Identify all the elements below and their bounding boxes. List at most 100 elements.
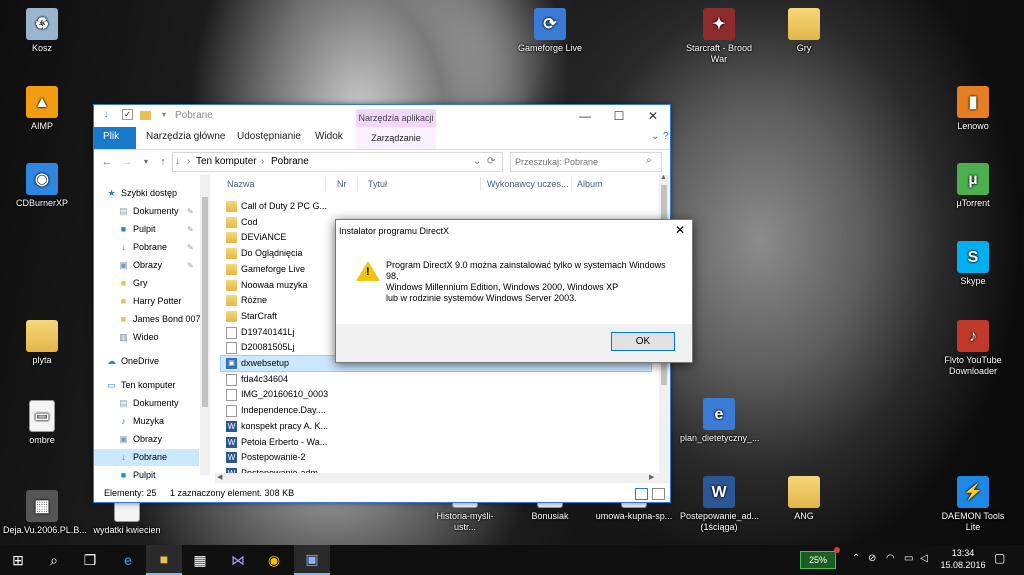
pin-icon[interactable]: ✎ [187,203,194,220]
column-separator[interactable] [357,177,358,191]
scroll-right-icon[interactable]: ▶ [649,473,654,481]
desktop-icon-skype[interactable]: S Skype [934,241,1012,287]
breadcrumb-current[interactable]: Pobrane [271,156,309,167]
notifications-icon[interactable]: ▢ [994,551,1005,565]
desktop-icon-flvto[interactable]: ♪ Flvto YouTube Downloader [934,320,1012,377]
desktop-icon-starcraft[interactable]: ✦ Starcraft - Brood War [680,8,758,65]
tab-share[interactable]: Udostępnianie [228,127,310,149]
close-button[interactable]: ✕ [636,105,670,127]
nav-item-dokumenty[interactable]: ▤ Dokumenty ✎ [94,203,199,220]
visual-studio-icon[interactable]: ⋈ [220,545,256,575]
nav-scrollbar-thumb[interactable] [202,197,208,407]
checkmark-icon[interactable]: ✓ [122,109,133,120]
up-arrow-icon[interactable]: ↑ [156,155,170,169]
desktop-icon-folder[interactable]: Gry [765,8,843,54]
tab-manage[interactable]: Zarządzanie [356,127,436,149]
desktop-icon-recycle-bin[interactable]: ♻ Kosz [3,8,81,54]
column-header-title[interactable]: Tytuł [368,179,387,189]
search-icon[interactable]: ⌕ [646,155,652,166]
nav-item-onedrive[interactable]: ☁ OneDrive [94,353,199,370]
desktop-icon-cdburner[interactable]: ◉ CDBurnerXP [3,163,81,209]
directx-error-dialog[interactable]: Instalator programu DirectX ✕ ! Program … [335,219,693,363]
column-separator[interactable] [325,177,326,191]
start-windows-icon[interactable]: ⊞ [0,545,36,575]
tab-view[interactable]: Widok [306,127,352,149]
column-separator[interactable] [571,177,572,191]
search-box[interactable]: ⌕ [510,152,662,172]
nav-item-muzyka[interactable]: ♪ Muzyka [94,413,199,430]
address-field[interactable]: ↓ › Ten komputer › Pobrane ⌄ ⟳ [172,152,503,172]
minimize-button[interactable]: — [568,105,602,127]
file-row[interactable]: W Petoia Erberto - Wa... [221,435,651,450]
pin-icon[interactable]: ✎ [187,257,194,274]
ok-button[interactable]: OK [611,332,675,351]
battery-indicator[interactable]: 25% [800,551,836,569]
network-monitor-icon[interactable]: ⊘ [868,553,876,564]
help-icon[interactable]: ? [654,127,678,149]
store-icon[interactable]: ▦ [182,545,218,575]
desktop-icon-utorrent[interactable]: µ µTorrent [934,163,1012,209]
maximize-button[interactable]: ☐ [602,105,636,127]
file-row[interactable]: W Postepowanie-2 [221,450,651,465]
nav-item-dokumenty[interactable]: ▤ Dokumenty [94,395,199,412]
installer-taskbar-icon[interactable]: ▣ [294,545,330,575]
chrome-icon[interactable]: ◉ [256,545,292,575]
chevron-down-icon[interactable]: ⌄ [473,156,481,167]
column-separator[interactable] [480,177,481,191]
file-explorer-taskbar-icon[interactable]: ■ [146,545,182,575]
refresh-icon[interactable]: ⟳ [487,156,495,167]
file-row[interactable]: IMG_20160610_0003 [221,387,651,402]
desktop-icon-pdf[interactable]: e plan_dietetyczny_... [680,398,760,444]
column-header-artists[interactable]: Wykonawcy uczes... [487,179,568,189]
nav-item-pulpit[interactable]: ■ Pulpit ✎ [94,221,199,238]
pin-icon[interactable]: ✎ [187,239,194,256]
dialog-close-button[interactable]: ✕ [670,221,690,239]
file-row[interactable]: Independence.Day.... [221,403,651,418]
nav-item-harry-potter[interactable]: ■ Harry Potter [94,293,199,310]
scroll-up-icon[interactable]: ▲ [660,174,667,181]
forward-arrow-icon[interactable]: → [120,155,134,169]
desktop-icon-file[interactable]: ▭ ombre [3,400,81,446]
search-input[interactable] [515,155,639,168]
chevron-down-icon[interactable]: ▾ [158,109,170,121]
search-icon[interactable]: ⌕ [36,545,72,575]
file-row[interactable]: Wkonspekt pracy A. K... [221,419,651,434]
nav-item-wideo[interactable]: ▥ Wideo [94,329,199,346]
nav-item-szybki-dostęp[interactable]: ★ Szybki dostęp [94,185,199,202]
nav-item-pobrane[interactable]: ↓ Pobrane ✎ [94,239,199,256]
file-row[interactable]: fda4c34604 [221,372,651,387]
edge-browser-icon[interactable]: e [110,545,146,575]
desktop-icon-daemon[interactable]: ⚡ DAEMON Tools Lite [934,476,1012,533]
breadcrumb-root[interactable]: Ten komputer [196,156,257,167]
desktop-icon-word[interactable]: W Postepowanie_ad... (1ściąga) [680,476,759,533]
nav-item-pulpit[interactable]: ■ Pulpit [94,467,199,483]
nav-item-obrazy[interactable]: ▣ Obrazy ✎ [94,257,199,274]
file-row[interactable]: Call of Duty 2 PC G... [221,199,651,214]
horizontal-scrollbar[interactable]: ◀ ▶ [215,473,659,483]
column-header-name[interactable]: Nazwa [227,179,255,189]
column-header-number[interactable]: Nr [337,179,347,189]
tray-up-arrow-icon[interactable]: ⌃ [852,553,860,564]
tab-file[interactable]: Plik [94,127,136,149]
wifi-icon[interactable]: ◠ [886,553,895,564]
details-view-icon[interactable] [635,488,648,500]
task-view-icon[interactable]: ❐ [72,545,108,575]
pin-icon[interactable]: ✎ [187,221,194,238]
desktop-icon-gameforge[interactable]: ⟳ Gameforge Live [511,8,589,54]
desktop-icon-video[interactable]: ▦ Deja.Vu.2006.PL.B... [3,490,87,536]
nav-item-obrazy[interactable]: ▣ Obrazy [94,431,199,448]
nav-item-pobrane[interactable]: ↓ Pobrane [94,449,199,466]
clock[interactable]: 13:34 15.08.2016 [938,547,988,571]
folder-icon[interactable] [140,111,151,120]
battery-tray-icon[interactable]: ▭ [904,553,913,564]
desktop-icon-folder[interactable]: plyta [3,320,81,366]
recent-locations-icon[interactable]: ▾ [139,155,153,169]
scroll-left-icon[interactable]: ◀ [217,473,222,481]
volume-icon[interactable]: ◁ [920,553,928,564]
desktop-icon-aimp[interactable]: ▲ AIMP [3,86,81,132]
back-arrow-icon[interactable]: ← [100,155,114,169]
nav-item-ten-komputer[interactable]: ▭ Ten komputer [94,377,199,394]
nav-item-james-bond-007[interactable]: ■ James Bond 007 [94,311,201,328]
column-header-album[interactable]: Album [577,179,603,189]
desktop-icon-lenowo[interactable]: ▮ Lenowo [934,86,1012,132]
